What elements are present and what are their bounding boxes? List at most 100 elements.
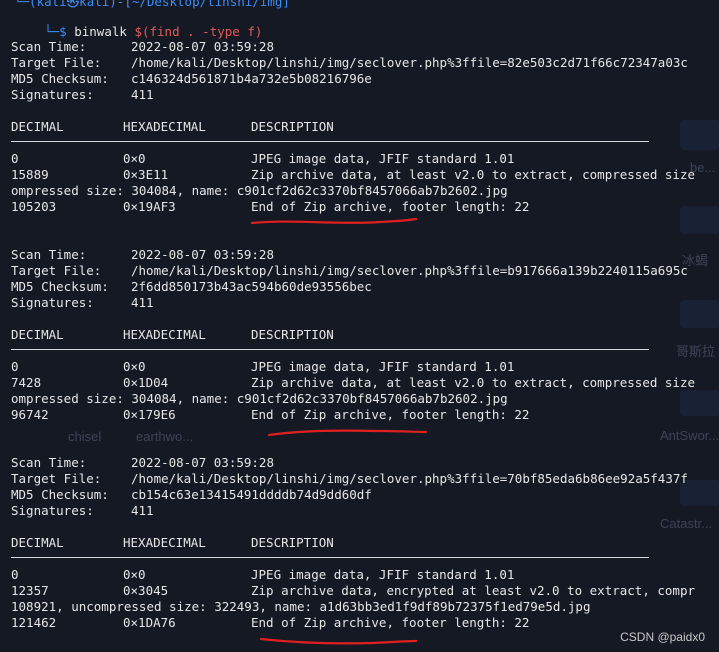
- md5-label: MD5 Checksum:: [11, 279, 109, 294]
- signatures-label: Signatures:: [11, 87, 94, 102]
- hex-cell: 0×1D04: [123, 375, 169, 390]
- hex-cell: 0×1DA76: [123, 615, 176, 630]
- result-row: 121462 0×1DA76 End of Zip archive, foote…: [11, 615, 529, 631]
- scan-time-label: Scan Time:: [11, 39, 87, 54]
- target-file-value: /home/kali/Desktop/linshi/img/seclover.p…: [131, 55, 688, 70]
- header-divider: [11, 557, 649, 558]
- red-underline-annotation: [267, 429, 428, 437]
- scan-time-row: Scan Time: 2022-08-07 03:59:28: [11, 39, 274, 55]
- scan-time-label: Scan Time:: [11, 455, 87, 470]
- terminal-window[interactable]: └─(kali㉿kali)-[~/Desktop/linshi/img] └─$…: [0, 0, 719, 652]
- target-file-label: Target File:: [11, 471, 102, 486]
- md5-label: MD5 Checksum:: [11, 487, 109, 502]
- md5-row: MD5 Checksum: cb154c63e13415491ddddb74d9…: [11, 487, 372, 503]
- decimal-cell: 96742: [11, 407, 49, 422]
- md5-value: c146324d561871b4a732e5b08216796e: [131, 71, 372, 86]
- md5-label: MD5 Checksum:: [11, 71, 109, 86]
- md5-value: cb154c63e13415491ddddb74d9dd60df: [131, 487, 372, 502]
- description-cell: JPEG image data, JFIF standard 1.01: [251, 567, 515, 582]
- target-file-label: Target File:: [11, 263, 102, 278]
- column-headers: DECIMAL HEXADECIMAL DESCRIPTION: [11, 119, 334, 135]
- scan-time-row: Scan Time: 2022-08-07 03:59:28: [11, 247, 274, 263]
- description-cell: JPEG image data, JFIF standard 1.01: [251, 359, 515, 374]
- decimal-cell: 15889: [11, 167, 49, 182]
- signatures-value: 411: [131, 503, 154, 518]
- column-headers: DECIMAL HEXADECIMAL DESCRIPTION: [11, 327, 334, 343]
- result-continuation: ompressed size: 304084, name: c901cf2d62…: [11, 183, 508, 199]
- header-decimal: DECIMAL: [11, 119, 64, 134]
- header-divider: [11, 141, 649, 142]
- description-cell: Zip archive data, encrypted at least v2.…: [251, 583, 696, 598]
- signatures-row: Signatures: 411: [11, 295, 154, 311]
- header-description: DESCRIPTION: [251, 327, 334, 342]
- signatures-value: 411: [131, 295, 154, 310]
- signatures-row: Signatures: 411: [11, 87, 154, 103]
- result-row: 105203 0×19AF3 End of Zip archive, foote…: [11, 199, 529, 215]
- header-description: DESCRIPTION: [251, 535, 334, 550]
- signatures-value: 411: [131, 87, 154, 102]
- description-cell: End of Zip archive, footer length: 22: [251, 199, 530, 214]
- hex-cell: 0×0: [123, 151, 146, 166]
- description-cell: End of Zip archive, footer length: 22: [251, 407, 530, 422]
- decimal-cell: 7428: [11, 375, 42, 390]
- scan-time-value: 2022-08-07 03:59:28: [131, 455, 274, 470]
- wrapped-text: 108921, uncompressed size: 322493, name:…: [11, 599, 591, 614]
- command-line[interactable]: └─$ binwalk $(find . -type f): [14, 8, 262, 39]
- result-row: 0 0×0 JPEG image data, JFIF standard 1.0…: [11, 567, 514, 583]
- wrapped-text: ompressed size: 304084, name: c901cf2d62…: [11, 183, 508, 198]
- scan-time-row: Scan Time: 2022-08-07 03:59:28: [11, 455, 274, 471]
- md5-row: MD5 Checksum: c146324d561871b4a732e5b082…: [11, 71, 372, 87]
- prompt-arrow: └─$: [44, 24, 67, 39]
- signatures-label: Signatures:: [11, 295, 94, 310]
- decimal-cell: 0: [11, 151, 19, 166]
- decimal-cell: 12357: [11, 583, 49, 598]
- target-file-row: Target File: /home/kali/Desktop/linshi/i…: [11, 55, 688, 71]
- result-row: 7428 0×1D04 Zip archive data, at least v…: [11, 375, 695, 391]
- header-hexadecimal: HEXADECIMAL: [123, 327, 206, 342]
- scan-time-value: 2022-08-07 03:59:28: [131, 39, 274, 54]
- description-cell: JPEG image data, JFIF standard 1.01: [251, 151, 515, 166]
- hex-cell: 0×179E6: [123, 407, 176, 422]
- command-binwalk: binwalk: [74, 24, 127, 39]
- decimal-cell: 121462: [11, 615, 57, 630]
- decimal-cell: 0: [11, 567, 19, 582]
- header-decimal: DECIMAL: [11, 535, 64, 550]
- red-underline-annotation: [250, 217, 418, 225]
- scan-time-label: Scan Time:: [11, 247, 87, 262]
- description-cell: End of Zip archive, footer length: 22: [251, 615, 530, 630]
- hex-cell: 0×19AF3: [123, 199, 176, 214]
- description-cell: Zip archive data, at least v2.0 to extra…: [251, 167, 696, 182]
- result-continuation: ompressed size: 304084, name: c901cf2d62…: [11, 391, 508, 407]
- hex-cell: 0×3045: [123, 583, 169, 598]
- scan-time-value: 2022-08-07 03:59:28: [131, 247, 274, 262]
- header-divider: [11, 349, 649, 350]
- hex-cell: 0×0: [123, 567, 146, 582]
- result-row: 15889 0×3E11 Zip archive data, at least …: [11, 167, 695, 183]
- hex-cell: 0×0: [123, 359, 146, 374]
- result-row: 96742 0×179E6 End of Zip archive, footer…: [11, 407, 529, 423]
- signatures-label: Signatures:: [11, 503, 94, 518]
- result-row: 0 0×0 JPEG image data, JFIF standard 1.0…: [11, 359, 514, 375]
- target-file-row: Target File: /home/kali/Desktop/linshi/i…: [11, 471, 688, 487]
- header-hexadecimal: HEXADECIMAL: [123, 535, 206, 550]
- result-row: 0 0×0 JPEG image data, JFIF standard 1.0…: [11, 151, 514, 167]
- header-decimal: DECIMAL: [11, 327, 64, 342]
- signatures-row: Signatures: 411: [11, 503, 154, 519]
- decimal-cell: 0: [11, 359, 19, 374]
- md5-row: MD5 Checksum: 2f6dd850173b43ac594b60de93…: [11, 279, 372, 295]
- target-file-row: Target File: /home/kali/Desktop/linshi/i…: [11, 263, 688, 279]
- wrapped-text: ompressed size: 304084, name: c901cf2d62…: [11, 391, 508, 406]
- result-continuation: 108921, uncompressed size: 322493, name:…: [11, 599, 590, 615]
- md5-value: 2f6dd850173b43ac594b60de93556bec: [131, 279, 372, 294]
- csdn-watermark: CSDN @paidx0: [620, 630, 705, 644]
- target-file-value: /home/kali/Desktop/linshi/img/seclover.p…: [131, 471, 688, 486]
- target-file-label: Target File:: [11, 55, 102, 70]
- header-description: DESCRIPTION: [251, 119, 334, 134]
- decimal-cell: 105203: [11, 199, 57, 214]
- target-file-value: /home/kali/Desktop/linshi/img/seclover.p…: [131, 263, 688, 278]
- header-hexadecimal: HEXADECIMAL: [123, 119, 206, 134]
- hex-cell: 0×3E11: [123, 167, 169, 182]
- command-subshell: $(find . -type f): [134, 24, 263, 39]
- red-underline-annotation: [259, 637, 418, 645]
- description-cell: Zip archive data, at least v2.0 to extra…: [251, 375, 696, 390]
